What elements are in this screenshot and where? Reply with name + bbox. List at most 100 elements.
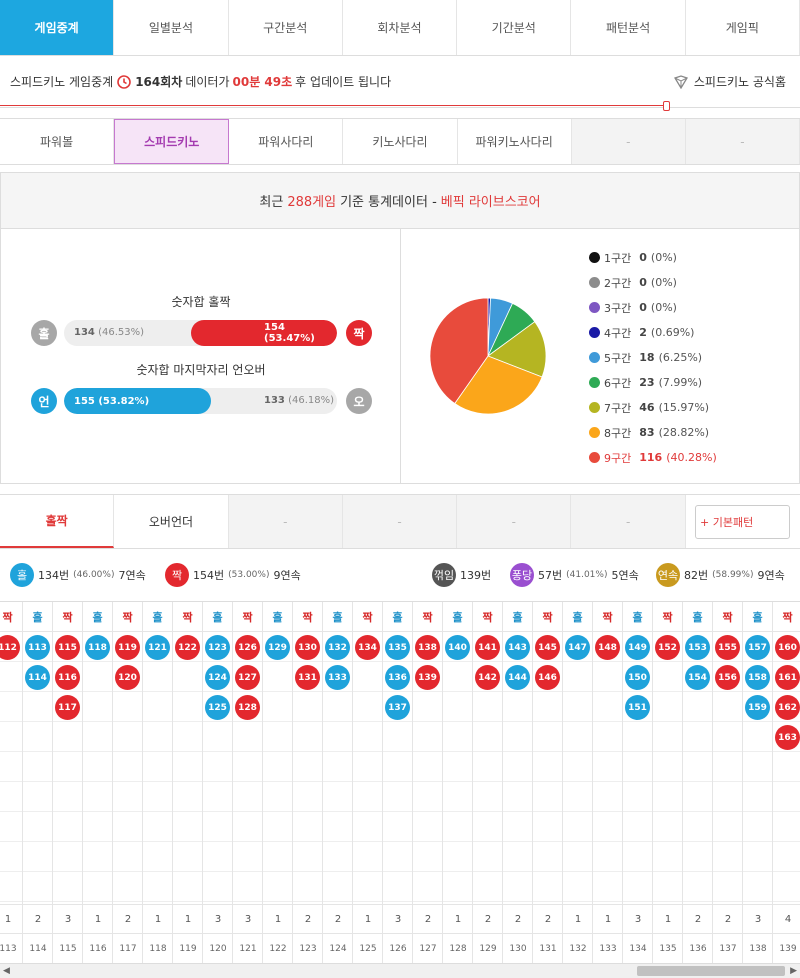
grid-cell bbox=[743, 872, 772, 902]
official-home-link[interactable]: 스피드키노 공식홈 bbox=[673, 73, 786, 90]
streak-count: 2 bbox=[683, 904, 713, 934]
basic-pattern-button[interactable]: + 기본패턴 bbox=[695, 505, 790, 539]
tab-daily[interactable]: 일별분석 bbox=[114, 0, 229, 55]
legend-item-5: 5구간 18 (6.25%) bbox=[589, 345, 717, 370]
odd-count: 134 (46.53%) bbox=[74, 327, 144, 338]
streak-count: 2 bbox=[503, 904, 533, 934]
grid-cell bbox=[473, 722, 502, 752]
tab-round[interactable]: 회차분석 bbox=[342, 0, 458, 55]
streak-count: 2 bbox=[533, 904, 563, 934]
grid-cell: 118 bbox=[83, 632, 112, 662]
game-tab-3[interactable]: 키노사다리 bbox=[343, 119, 458, 164]
tab-live[interactable]: 게임중계 bbox=[0, 0, 115, 55]
column-header: 짝 bbox=[533, 602, 562, 632]
grid-cell bbox=[353, 812, 382, 842]
grid-cell bbox=[233, 872, 262, 902]
scroll-thumb[interactable] bbox=[637, 966, 785, 976]
odd-ball: 147 bbox=[565, 635, 590, 660]
round-number: 132 bbox=[569, 944, 587, 954]
grid-cell: 157 bbox=[743, 632, 772, 662]
even-badge: 짝 bbox=[346, 320, 372, 346]
pattern-column: 짝 119 120 2 117 bbox=[113, 602, 143, 964]
pattern-tab-1[interactable]: 오버언더 bbox=[114, 495, 229, 548]
game-tab-4[interactable]: 파워키노사다리 bbox=[458, 119, 572, 164]
grid-cell bbox=[443, 872, 472, 902]
grid-cell: 155 bbox=[713, 632, 742, 662]
grid-cell: 160 bbox=[773, 632, 800, 662]
grid-cell bbox=[233, 752, 262, 782]
grid-cell bbox=[683, 872, 712, 902]
grid-cell bbox=[443, 692, 472, 722]
grid-cell bbox=[173, 842, 202, 872]
legend-item-7: 7구간 46 (15.97%) bbox=[589, 395, 717, 420]
round-number: 118 bbox=[149, 944, 167, 954]
grid-cell bbox=[53, 722, 82, 752]
legend-label-7: 7구간 bbox=[604, 401, 632, 415]
tab-section[interactable]: 구간분석 bbox=[228, 0, 343, 55]
grid-cell: 151 bbox=[623, 692, 652, 722]
grid-cell bbox=[773, 842, 800, 872]
pattern-tab-4: - bbox=[457, 495, 572, 548]
grid-cell bbox=[0, 812, 22, 842]
grid-cell: 143 bbox=[503, 632, 532, 662]
tab-pattern[interactable]: 패턴분석 bbox=[571, 0, 686, 55]
odd-summary: 홀 134번 (46.00%) 7연속 bbox=[10, 563, 146, 587]
grid-cell bbox=[593, 872, 622, 902]
even-ball: 126 bbox=[235, 635, 260, 660]
even-ball: 160 bbox=[775, 635, 800, 660]
legend-label-9: 9구간 bbox=[604, 451, 632, 465]
legend-label-2: 2구간 bbox=[604, 276, 632, 290]
round-number: 127 bbox=[419, 944, 437, 954]
even-ball: 131 bbox=[295, 665, 320, 690]
grid-cell bbox=[293, 812, 322, 842]
grid-cell: 136 bbox=[383, 662, 412, 692]
pattern-tab-0[interactable]: 홀짝 bbox=[0, 495, 115, 548]
grid-cell bbox=[413, 842, 442, 872]
grid-cell bbox=[743, 782, 772, 812]
odd-ball: 114 bbox=[25, 665, 50, 690]
grid-cell bbox=[683, 812, 712, 842]
even-ball: 148 bbox=[595, 635, 620, 660]
game-tab-1[interactable]: 스피드키노 bbox=[114, 119, 230, 164]
grid-cell bbox=[0, 782, 22, 812]
scroll-left-icon[interactable]: ◀ bbox=[3, 966, 10, 976]
grid-cell: 133 bbox=[323, 662, 352, 692]
streak-count: 2 bbox=[413, 904, 443, 934]
grid-cell bbox=[143, 782, 172, 812]
game-tab-0[interactable]: 파워볼 bbox=[0, 119, 115, 164]
grid-cell bbox=[233, 812, 262, 842]
grid-cell bbox=[713, 722, 742, 752]
grid-cell bbox=[533, 752, 562, 782]
grid-cell: 156 bbox=[713, 662, 742, 692]
grid-cell bbox=[473, 752, 502, 782]
grid-cell: 147 bbox=[563, 632, 592, 662]
even-fill: 154 (53.47%) bbox=[191, 320, 337, 346]
grid-cell: 112 bbox=[0, 632, 22, 662]
pattern-column: 짝 155 156 2 137 bbox=[713, 602, 743, 964]
grid-cell: 128 bbox=[233, 692, 262, 722]
tab-pick[interactable]: 게임픽 bbox=[685, 0, 800, 55]
grid-cell bbox=[593, 782, 622, 812]
even-ball: 112 bbox=[0, 635, 20, 660]
pattern-column: 홀 113 114 2 114 bbox=[23, 602, 53, 964]
grid-cell bbox=[503, 782, 532, 812]
streak-count: 3 bbox=[623, 904, 653, 934]
horizontal-scrollbar[interactable]: ◀ ▶ bbox=[0, 963, 800, 978]
grid-cell: 140 bbox=[443, 632, 472, 662]
round-number: 135 bbox=[659, 944, 677, 954]
grid-cell bbox=[173, 722, 202, 752]
grid-cell bbox=[143, 722, 172, 752]
tab-period[interactable]: 기간분석 bbox=[457, 0, 572, 55]
legend-item-1: 1구간 0 (0%) bbox=[589, 245, 717, 270]
scroll-right-icon[interactable]: ▶ bbox=[790, 966, 797, 976]
grid-cell bbox=[23, 782, 52, 812]
odd-ball: 143 bbox=[505, 635, 530, 660]
grid-cell bbox=[353, 752, 382, 782]
grid-cell bbox=[683, 692, 712, 722]
grid-cell bbox=[473, 842, 502, 872]
legend-pct-3: (0%) bbox=[650, 301, 677, 314]
even-ball: 115 bbox=[55, 635, 80, 660]
pattern-column: 홀 157 158 159 3 138 bbox=[743, 602, 773, 964]
legend-dot-9 bbox=[589, 452, 600, 463]
game-tab-2[interactable]: 파워사다리 bbox=[229, 119, 344, 164]
